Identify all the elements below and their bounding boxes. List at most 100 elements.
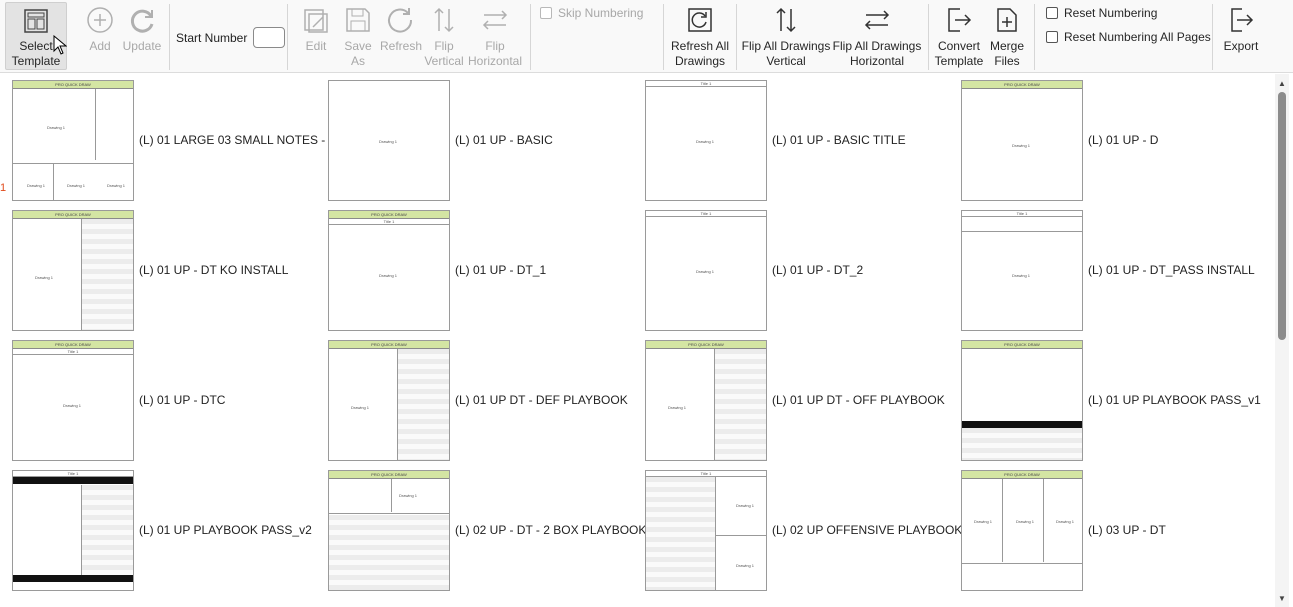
template-name: (L) 02 UP OFFENSIVE PLAYBOOK <box>772 523 963 537</box>
template-icon <box>20 5 52 36</box>
edit-button[interactable]: Edit <box>298 2 334 70</box>
flip-all-horizontal-button[interactable]: Flip All Drawings Horizontal <box>833 2 921 70</box>
flip-all-vertical-button[interactable]: Flip All Drawings Vertical <box>742 2 830 70</box>
thumb-line <box>716 535 766 536</box>
template-tile[interactable]: Title 1 Drawing 1 (L) 01 UP - DT_PASS INST… <box>949 204 1265 334</box>
thumb-header: PRO QUICK DRAW <box>962 81 1082 89</box>
flip-vertical-icon <box>428 4 460 36</box>
reset-numbering-checkbox[interactable]: Reset Numbering <box>1046 6 1157 20</box>
template-thumbnail[interactable]: Title 1 Drawing 1 <box>645 210 767 331</box>
template-tile[interactable]: PRO QUICK DRAW Drawing 1 (L) 02 UP - DT - … <box>316 464 646 594</box>
template-thumbnail[interactable]: Title 1 Drawing 1 <box>645 80 767 201</box>
add-circle-icon <box>84 4 116 36</box>
template-tile[interactable]: PRO QUICK DRAW Title 1 Drawing 1 (L) 01 UP … <box>0 334 316 464</box>
template-thumbnail[interactable]: PRO QUICK DRAW Title 1 Drawing 1 <box>328 210 450 331</box>
template-tile[interactable]: PRO QUICK DRAW Drawing 1 (L) 01 UP DT - OF… <box>633 334 949 464</box>
select-template-label: Select Template <box>11 39 61 68</box>
thumb-line <box>329 513 449 514</box>
save-as-label: Save As <box>344 39 372 68</box>
flip-horizontal-icon <box>479 4 511 36</box>
template-tile[interactable]: Title 1 Drawing 1 (L) 01 UP - DT_2 <box>633 204 949 334</box>
template-name: (L) 01 UP - DT_2 <box>772 263 864 277</box>
thumb-table <box>81 219 133 330</box>
template-tile[interactable]: Title 1 Drawing 1 (L) 01 UP - BASIC TITLE <box>633 74 949 204</box>
reset-numbering-all-checkbox[interactable]: Reset Numbering All Pages <box>1046 30 1211 44</box>
thumb-header: PRO QUICK DRAW <box>646 341 766 349</box>
start-number-input[interactable] <box>253 27 286 48</box>
template-thumbnail[interactable]: PRO QUICK DRAW Drawing 1 <box>645 340 767 461</box>
reset-numbering-box[interactable] <box>1046 7 1058 19</box>
thumb-drawing-label: Drawing 1 <box>736 503 755 508</box>
thumb-drawing-label: Drawing 1 <box>696 269 715 274</box>
template-tile[interactable]: Drawing 1 (L) 01 UP - BASIC <box>316 74 632 204</box>
thumb-line <box>1002 479 1003 562</box>
separator <box>169 4 170 70</box>
thumb-drawing-label: Drawing 1 <box>399 493 418 498</box>
export-button[interactable]: Export <box>1220 2 1262 70</box>
update-button[interactable]: Update <box>122 2 162 70</box>
add-button[interactable]: Add <box>84 2 116 70</box>
template-thumbnail[interactable]: PRO QUICK DRAW Title 1 Drawing 1 <box>12 340 134 461</box>
select-template-button[interactable]: Select Template <box>5 2 67 70</box>
template-tile[interactable]: PRO QUICK DRAW Drawing 1 (L) 01 UP - DT KO… <box>0 204 316 334</box>
thumb-drawing-label: Drawing 1 <box>1012 273 1031 278</box>
template-thumbnail[interactable]: Title 1 Drawing 1 Drawing 1 <box>645 470 767 591</box>
template-thumbnail[interactable]: PRO QUICK DRAW Drawing 1 <box>328 340 450 461</box>
scroll-thumb[interactable] <box>1278 92 1286 340</box>
refresh-all-drawings-button[interactable]: Refresh All Drawings <box>669 2 731 70</box>
template-name: (L) 01 UP - BASIC <box>455 133 553 147</box>
template-thumbnail[interactable]: PRO QUICK DRAW Drawing 1 <box>12 210 134 331</box>
skip-numbering-box[interactable] <box>540 7 552 19</box>
update-icon <box>126 4 158 36</box>
skip-numbering-label: Skip Numbering <box>558 6 644 20</box>
skip-numbering-checkbox[interactable]: Skip Numbering <box>540 6 643 20</box>
flip-horizontal-label: Flip Horizontal <box>467 39 523 68</box>
separator <box>287 4 288 70</box>
template-thumbnail[interactable]: Drawing 1 <box>328 80 450 201</box>
thumb-drawing-label: Drawing 1 <box>736 563 755 568</box>
reset-numbering-all-box[interactable] <box>1046 31 1058 43</box>
scroll-up-icon[interactable]: ▲ <box>1275 76 1289 90</box>
thumb-title: Title 1 <box>962 211 1082 217</box>
vertical-scrollbar[interactable]: ▲ ▼ <box>1275 74 1289 607</box>
template-tile[interactable]: PRO QUICK DRAW Drawing 1 (L) 01 UP - D <box>949 74 1265 204</box>
template-tile[interactable]: PRO QUICK DRAW Title 1 Drawing 1 (L) 01 UP … <box>316 204 632 334</box>
thumb-drawing-label: Drawing 1 <box>379 273 398 278</box>
template-tile[interactable]: Title 1 Drawing 1 Drawing 1 (L) 02 UP OFFEN… <box>633 464 962 594</box>
thumb-drawing-label: Drawing 1 <box>696 139 715 144</box>
merge-files-button[interactable]: Merge Files <box>987 2 1027 70</box>
template-thumbnail[interactable]: PRO QUICK DRAW Drawing 1 Drawing 1 Drawing … <box>961 470 1083 591</box>
thumb-line <box>13 163 133 164</box>
template-tile[interactable]: PRO QUICK DRAW (L) 01 UP PLAYBOOK PASS_v1 <box>949 334 1265 464</box>
flip-horizontal-button[interactable]: Flip Horizontal <box>467 2 523 70</box>
thumb-line <box>95 89 96 160</box>
merge-files-icon <box>991 4 1023 36</box>
thumb-table <box>962 428 1082 460</box>
separator <box>530 4 531 70</box>
refresh-button[interactable]: Refresh <box>380 2 422 70</box>
template-thumbnail[interactable]: PRO QUICK DRAW Drawing 1 <box>328 470 450 591</box>
merge-files-label: Merge Files <box>989 39 1024 68</box>
template-thumbnail[interactable]: PRO QUICK DRAW Drawing 1 Drawing 1 Drawing … <box>12 80 134 201</box>
convert-template-button[interactable]: Convert Template <box>933 2 985 70</box>
template-thumbnail[interactable]: Title 1 Drawing 1 <box>961 210 1083 331</box>
template-tile[interactable]: PRO QUICK DRAW Drawing 1 (L) 01 UP DT - DE… <box>316 334 632 464</box>
template-tile[interactable]: Title 1 (L) 01 UP PLAYBOOK PASS_v2 <box>0 464 316 594</box>
flip-vertical-button[interactable]: Flip Vertical <box>424 2 464 70</box>
template-thumbnail[interactable]: Title 1 <box>12 470 134 591</box>
thumb-table <box>714 349 766 460</box>
thumb-drawing-label: Drawing 1 <box>35 275 54 280</box>
refresh-icon <box>385 4 417 36</box>
template-name: (L) 01 UP - DTC <box>139 393 226 407</box>
template-gallery: 1 PRO QUICK DRAW Drawing 1 Drawing 1 Drawin… <box>0 74 1275 607</box>
thumb-drawing-label: Drawing 1 <box>47 125 66 130</box>
thumb-drawing-label: Drawing 1 <box>63 403 82 408</box>
template-thumbnail[interactable]: PRO QUICK DRAW Drawing 1 <box>961 80 1083 201</box>
flip-vertical-label: Flip Vertical <box>424 39 464 68</box>
template-tile[interactable]: PRO QUICK DRAW Drawing 1 Drawing 1 Drawing … <box>949 464 1265 594</box>
scroll-down-icon[interactable]: ▼ <box>1275 591 1289 605</box>
save-as-button[interactable]: Save As <box>341 2 375 70</box>
template-tile[interactable]: PRO QUICK DRAW Drawing 1 Drawing 1 Drawing … <box>0 74 345 204</box>
template-thumbnail[interactable]: PRO QUICK DRAW <box>961 340 1083 461</box>
flip-all-vertical-label: Flip All Drawings Vertical <box>741 39 831 68</box>
